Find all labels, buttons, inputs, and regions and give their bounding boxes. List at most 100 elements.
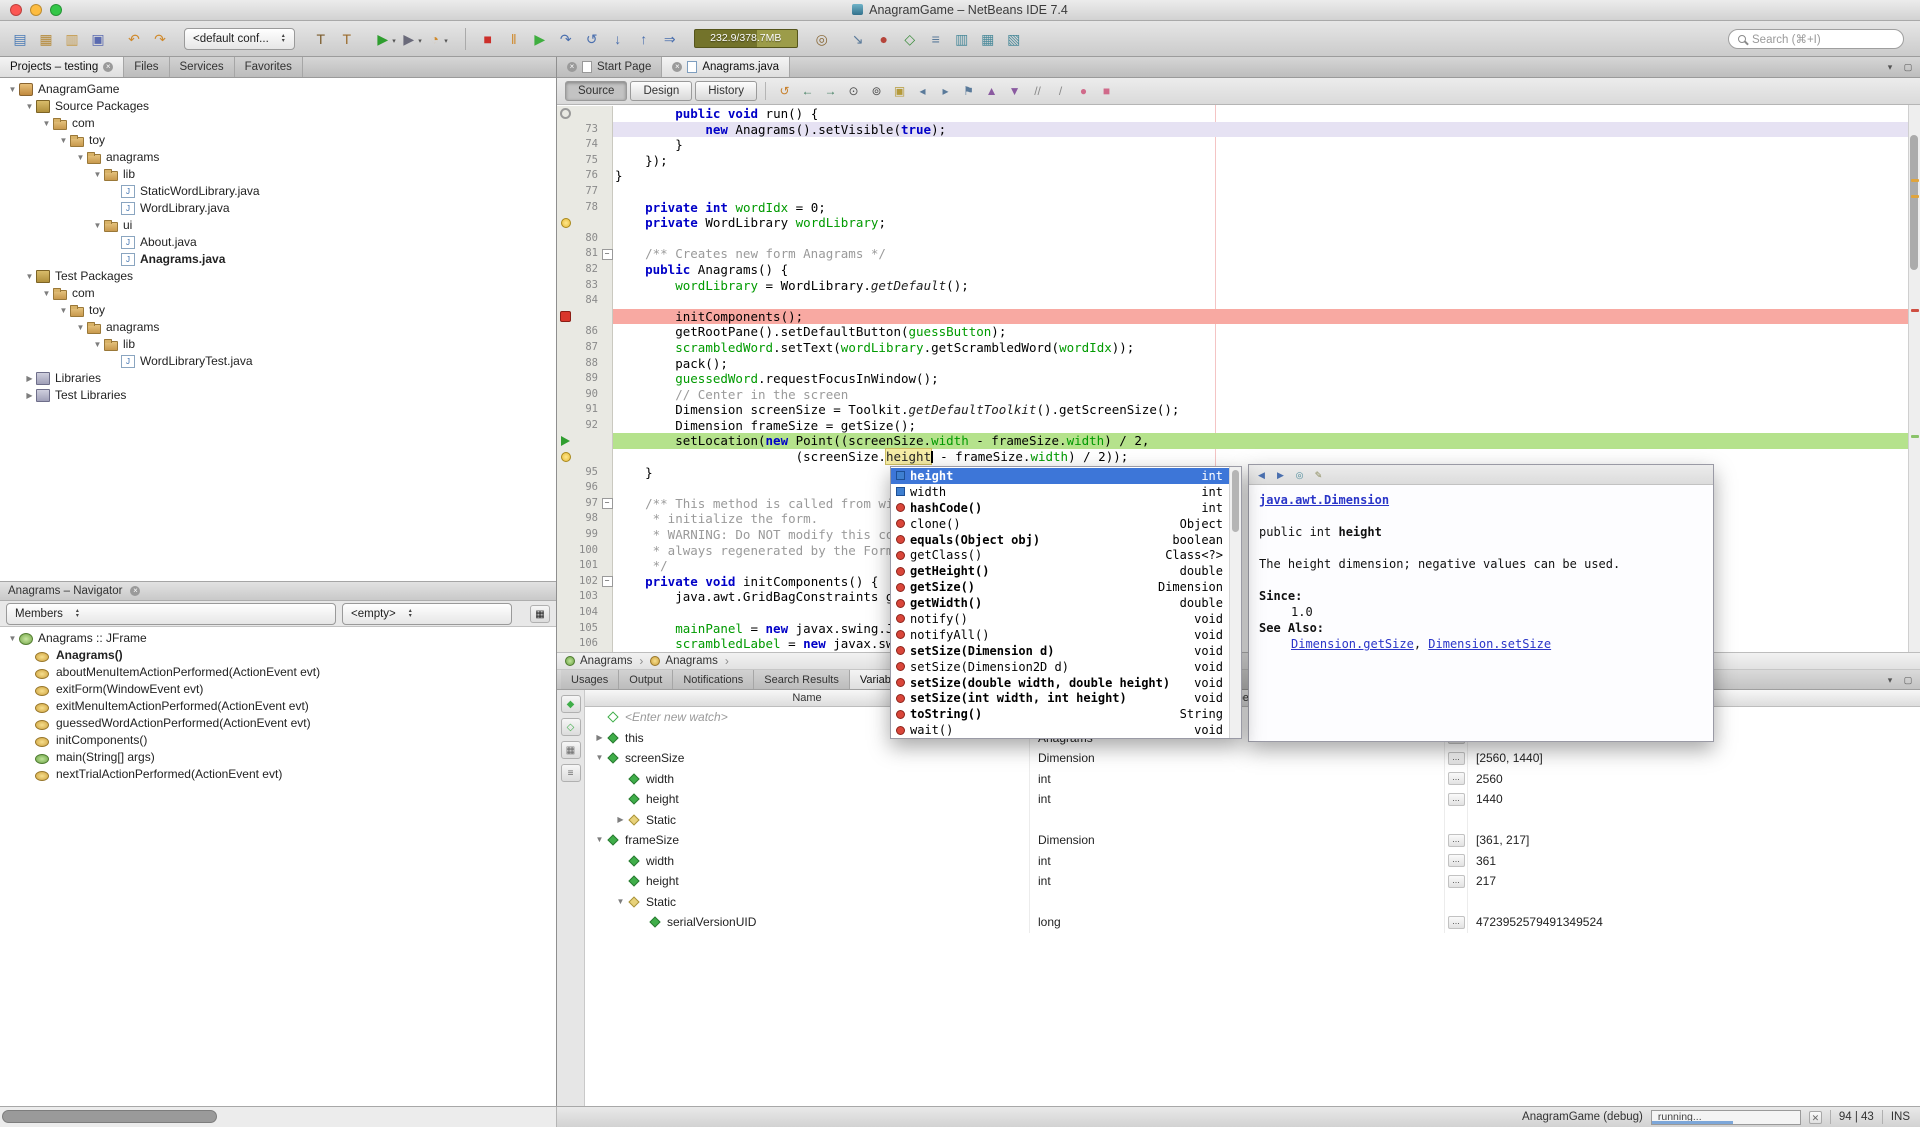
tab-files[interactable]: Files [124, 57, 169, 77]
cancel-progress-icon[interactable]: ✕ [1809, 1111, 1822, 1124]
bottom-maximize-icon[interactable]: ▢ [1900, 672, 1916, 688]
pause-icon[interactable]: ‖ [502, 28, 526, 50]
next-occurrence-icon[interactable]: ▼ [1004, 81, 1025, 101]
watches-toggle-icon[interactable]: ◆ [561, 695, 581, 713]
sources-window-icon[interactable]: ▧ [1002, 28, 1026, 50]
call-stack-window-icon[interactable]: ≡ [924, 28, 948, 50]
editor-scrollbar[interactable] [1908, 105, 1920, 652]
tree-item[interactable]: main(String[] args) [0, 749, 556, 766]
source-view-button[interactable]: Source [565, 81, 627, 101]
forward-icon[interactable]: → [820, 81, 841, 101]
stop-macro-icon[interactable]: ■ [1096, 81, 1117, 101]
code-line[interactable]: 90 // Center in the screen [557, 387, 1908, 403]
debug-project-icon[interactable]: ▶ [397, 28, 421, 50]
search-input[interactable]: Search (⌘+I) [1728, 29, 1904, 49]
navigator-options-icon[interactable]: ▦ [530, 605, 550, 623]
completion-item[interactable]: getHeight()double [891, 563, 1229, 579]
code-line[interactable]: 73 new Anagrams().setVisible(true); [557, 122, 1908, 138]
expand-toggle[interactable]: ▼ [593, 830, 606, 851]
expand-toggle[interactable]: ▼ [23, 268, 36, 285]
fold-toggle[interactable] [601, 576, 613, 587]
code-line[interactable]: 75 }); [557, 153, 1908, 169]
step-into-icon[interactable]: ↓ [606, 28, 630, 50]
last-edit-icon[interactable]: ↺ [774, 81, 795, 101]
config-select[interactable]: <default conf...▴▾ [184, 28, 295, 50]
completion-scrollbar[interactable] [1229, 467, 1241, 738]
comment-icon[interactable]: // [1027, 81, 1048, 101]
step-out-icon[interactable]: ↑ [632, 28, 656, 50]
navigator-header[interactable]: Anagrams – Navigator [0, 581, 556, 601]
scrollbar-thumb[interactable] [1232, 470, 1239, 532]
code-line[interactable]: 77 [557, 184, 1908, 200]
javadoc-see-link[interactable]: Dimension.setSize [1428, 637, 1551, 651]
undo-icon[interactable]: ↶ [122, 28, 146, 50]
tree-item[interactable]: ▼lib [0, 166, 556, 183]
threads-window-icon[interactable]: ▥ [950, 28, 974, 50]
toggle-bookmark-icon[interactable]: ⚑ [958, 81, 979, 101]
table-row[interactable]: widthint...361 [585, 851, 1920, 872]
pc-gutter-icon[interactable] [557, 436, 574, 446]
tree-item[interactable]: About.java [0, 234, 556, 251]
pin-icon[interactable]: ✎ [1310, 467, 1327, 483]
code-line[interactable]: public void run() { [557, 106, 1908, 122]
code-line[interactable]: 74 } [557, 137, 1908, 153]
expand-toggle[interactable]: ▶ [593, 728, 606, 749]
run-project-icon[interactable]: ▶ [371, 28, 395, 50]
tree-item[interactable]: ▼toy [0, 302, 556, 319]
redo-icon[interactable]: ↷ [148, 28, 172, 50]
profile-project-icon[interactable]: ◔ [423, 28, 447, 50]
finish-debugger-icon[interactable]: ■ [476, 28, 500, 50]
previous-occurrence-icon[interactable]: ▲ [981, 81, 1002, 101]
tab-favorites[interactable]: Favorites [235, 57, 303, 77]
build-project-icon[interactable]: T [309, 28, 333, 50]
tree-item[interactable]: WordLibraryTest.java [0, 353, 556, 370]
expand-toggle[interactable]: ▶ [23, 387, 36, 404]
expand-toggle[interactable]: ▼ [91, 217, 104, 234]
completion-item[interactable]: setSize(Dimension2D d)void [891, 659, 1229, 675]
expand-toggle[interactable]: ▼ [57, 302, 70, 319]
tree-item[interactable]: ▼anagrams [0, 319, 556, 336]
table-row[interactable]: heightint...217 [585, 871, 1920, 892]
completion-item[interactable]: setSize(Dimension d)void [891, 643, 1229, 659]
code-line[interactable]: 78 private int wordIdx = 0; [557, 200, 1908, 216]
tree-item[interactable]: Anagrams() [0, 647, 556, 664]
new-file-icon[interactable]: ▤ [8, 28, 32, 50]
table-row[interactable]: serialVersionUIDlong...47239525794913495… [585, 912, 1920, 933]
uncomment-icon[interactable]: / [1050, 81, 1071, 101]
tab-output[interactable]: Output [619, 670, 673, 689]
completion-item[interactable]: heightint [891, 468, 1229, 484]
code-line[interactable]: private WordLibrary wordLibrary; [557, 215, 1908, 231]
expand-toggle[interactable]: ▼ [614, 892, 627, 913]
navigator-members-select[interactable]: Members▴▾ [6, 603, 336, 625]
code-line[interactable]: 83 wordLibrary = WordLibrary.getDefault(… [557, 278, 1908, 294]
tree-item[interactable]: StaticWordLibrary.java [0, 183, 556, 200]
step-over-icon[interactable]: ↷ [554, 28, 578, 50]
completion-item[interactable]: getWidth()double [891, 595, 1229, 611]
tree-item[interactable]: exitForm(WindowEvent evt) [0, 681, 556, 698]
completion-item[interactable]: getSize()Dimension [891, 579, 1229, 595]
tab-start-page[interactable]: Start Page [557, 57, 662, 77]
table-row[interactable]: ▼Static [585, 892, 1920, 913]
history-view-button[interactable]: History [695, 81, 757, 101]
continue-icon[interactable]: ▶ [528, 28, 552, 50]
close-tab-icon[interactable] [103, 62, 113, 72]
tree-item[interactable]: ▼com [0, 285, 556, 302]
code-line[interactable]: 89 guessedWord.requestFocusInWindow(); [557, 371, 1908, 387]
tree-item[interactable]: ▼lib [0, 336, 556, 353]
ellipsis-button[interactable]: ... [1448, 916, 1465, 929]
expand-toggle[interactable]: ▼ [91, 336, 104, 353]
expand-toggle[interactable]: ▼ [40, 115, 53, 132]
bottom-minimize-icon[interactable]: ▾ [1882, 672, 1898, 688]
ellipsis-button[interactable]: ... [1448, 834, 1465, 847]
expand-toggle[interactable]: ▶ [614, 810, 627, 831]
tab-list-icon[interactable]: ▾ [1882, 59, 1898, 75]
next-bookmark-icon[interactable]: ▸ [935, 81, 956, 101]
tree-item[interactable]: initComponents() [0, 732, 556, 749]
hscrollbar-thumb[interactable] [2, 1110, 217, 1123]
expand-toggle[interactable]: ▼ [57, 132, 70, 149]
run-to-cursor-icon[interactable]: ⇒ [658, 28, 682, 50]
code-line[interactable]: 81 /** Creates new form Anagrams */ [557, 246, 1908, 262]
table-row[interactable]: ▼screenSizeDimension...[2560, 1440] [585, 748, 1920, 769]
tab-usages[interactable]: Usages [561, 670, 619, 689]
tree-item[interactable]: ▼Test Packages [0, 268, 556, 285]
